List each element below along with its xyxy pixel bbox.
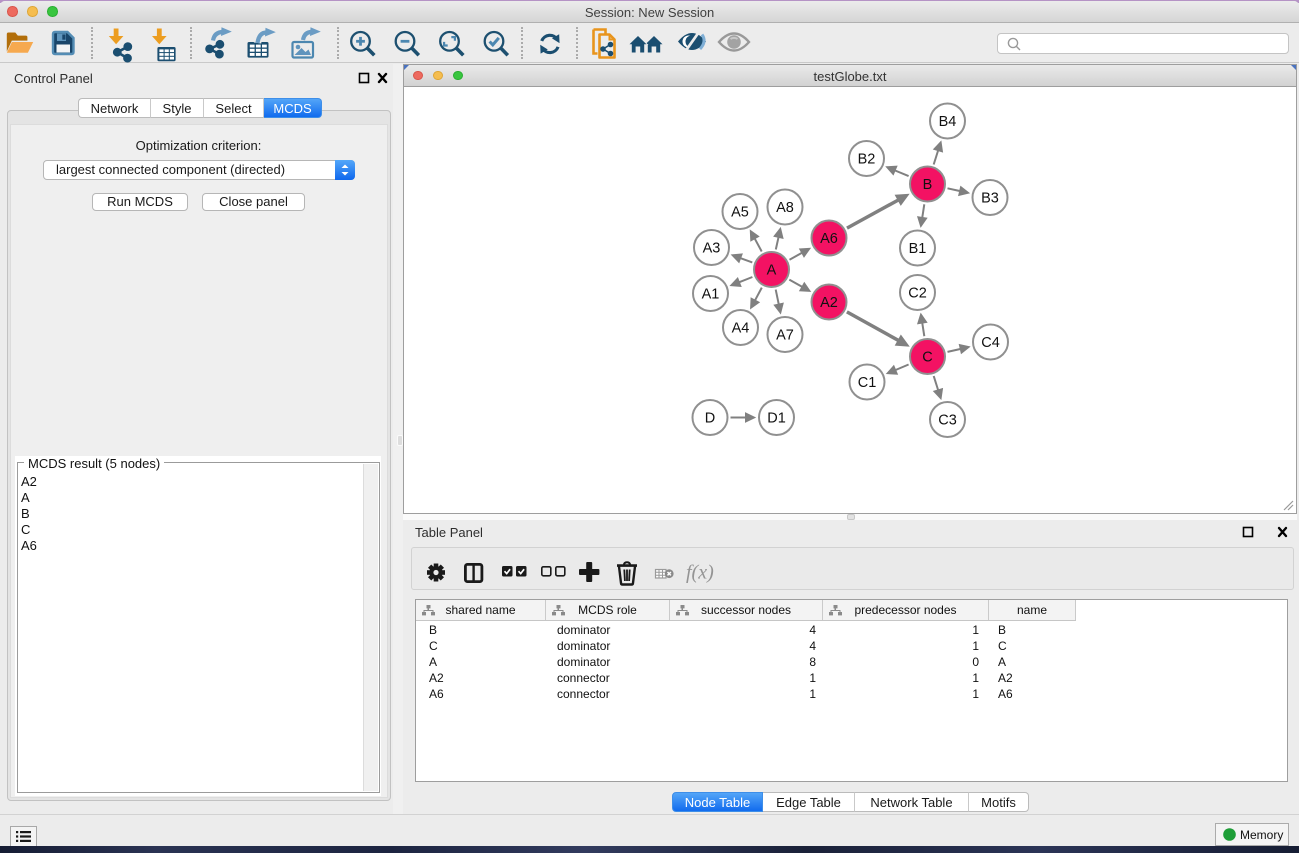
svg-text:C1: C1 — [858, 375, 877, 391]
svg-text:A3: A3 — [703, 241, 721, 257]
svg-text:B1: B1 — [909, 241, 927, 257]
svg-text:D: D — [705, 411, 715, 427]
svg-text:B3: B3 — [981, 191, 999, 207]
svg-text:A8: A8 — [776, 200, 794, 216]
svg-text:A: A — [767, 263, 777, 279]
svg-text:B2: B2 — [858, 152, 876, 168]
svg-text:A5: A5 — [731, 205, 749, 221]
svg-text:B: B — [923, 177, 933, 193]
svg-text:A2: A2 — [820, 295, 838, 311]
svg-text:A4: A4 — [732, 321, 750, 337]
svg-text:C3: C3 — [938, 413, 957, 429]
svg-text:B4: B4 — [939, 114, 957, 130]
svg-text:C4: C4 — [981, 335, 1000, 351]
svg-text:f(x): f(x) — [686, 562, 714, 584]
svg-text:A1: A1 — [702, 287, 720, 303]
svg-text:C: C — [922, 350, 932, 366]
svg-text:C2: C2 — [908, 286, 927, 302]
svg-text:D1: D1 — [767, 411, 786, 427]
svg-text:A6: A6 — [820, 231, 838, 247]
svg-text:A7: A7 — [776, 328, 794, 344]
